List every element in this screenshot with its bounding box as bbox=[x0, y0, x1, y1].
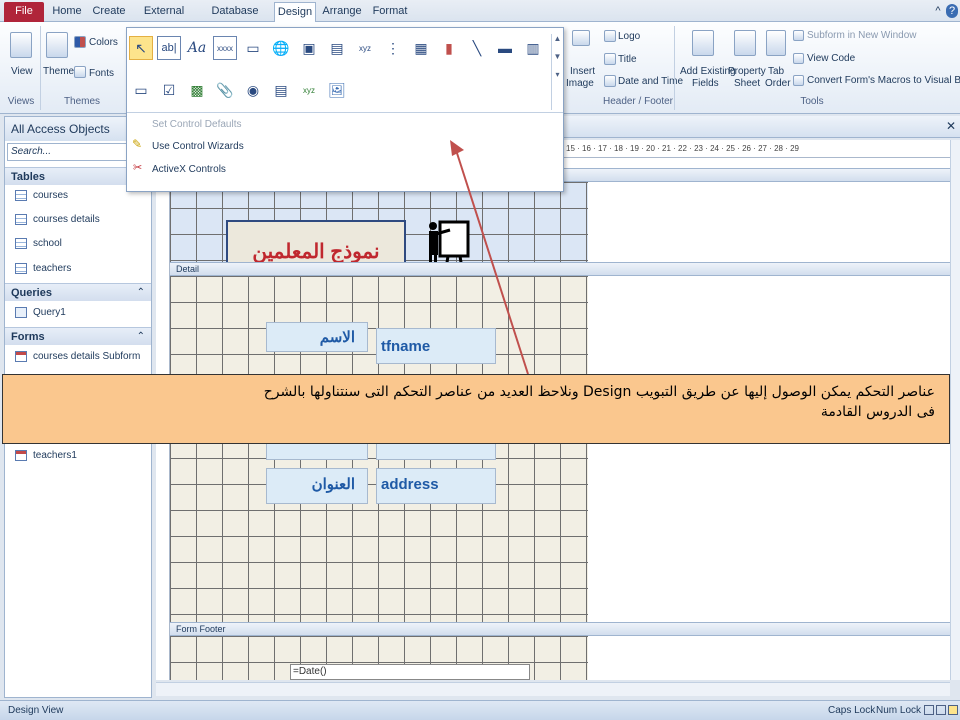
explanation-callout: عناصر التحكم يمكن الوصول إليها عن طريق ا… bbox=[2, 374, 950, 444]
status-caps-lock: Caps Lock bbox=[828, 705, 876, 716]
callout-line-2: فى الدروس القادمة bbox=[820, 404, 935, 420]
form-view-icon[interactable] bbox=[924, 705, 934, 715]
status-num-lock: Num Lock bbox=[876, 705, 922, 716]
callout-line-1: عناصر التحكم يمكن الوصول إليها عن طريق ا… bbox=[263, 384, 935, 400]
status-bar: Design View Caps Lock Num Lock bbox=[0, 700, 960, 720]
annotation-arrow bbox=[450, 140, 529, 375]
layout-view-icon[interactable] bbox=[936, 705, 946, 715]
design-view-icon[interactable] bbox=[948, 705, 958, 715]
status-view-mode: Design View bbox=[8, 705, 64, 716]
